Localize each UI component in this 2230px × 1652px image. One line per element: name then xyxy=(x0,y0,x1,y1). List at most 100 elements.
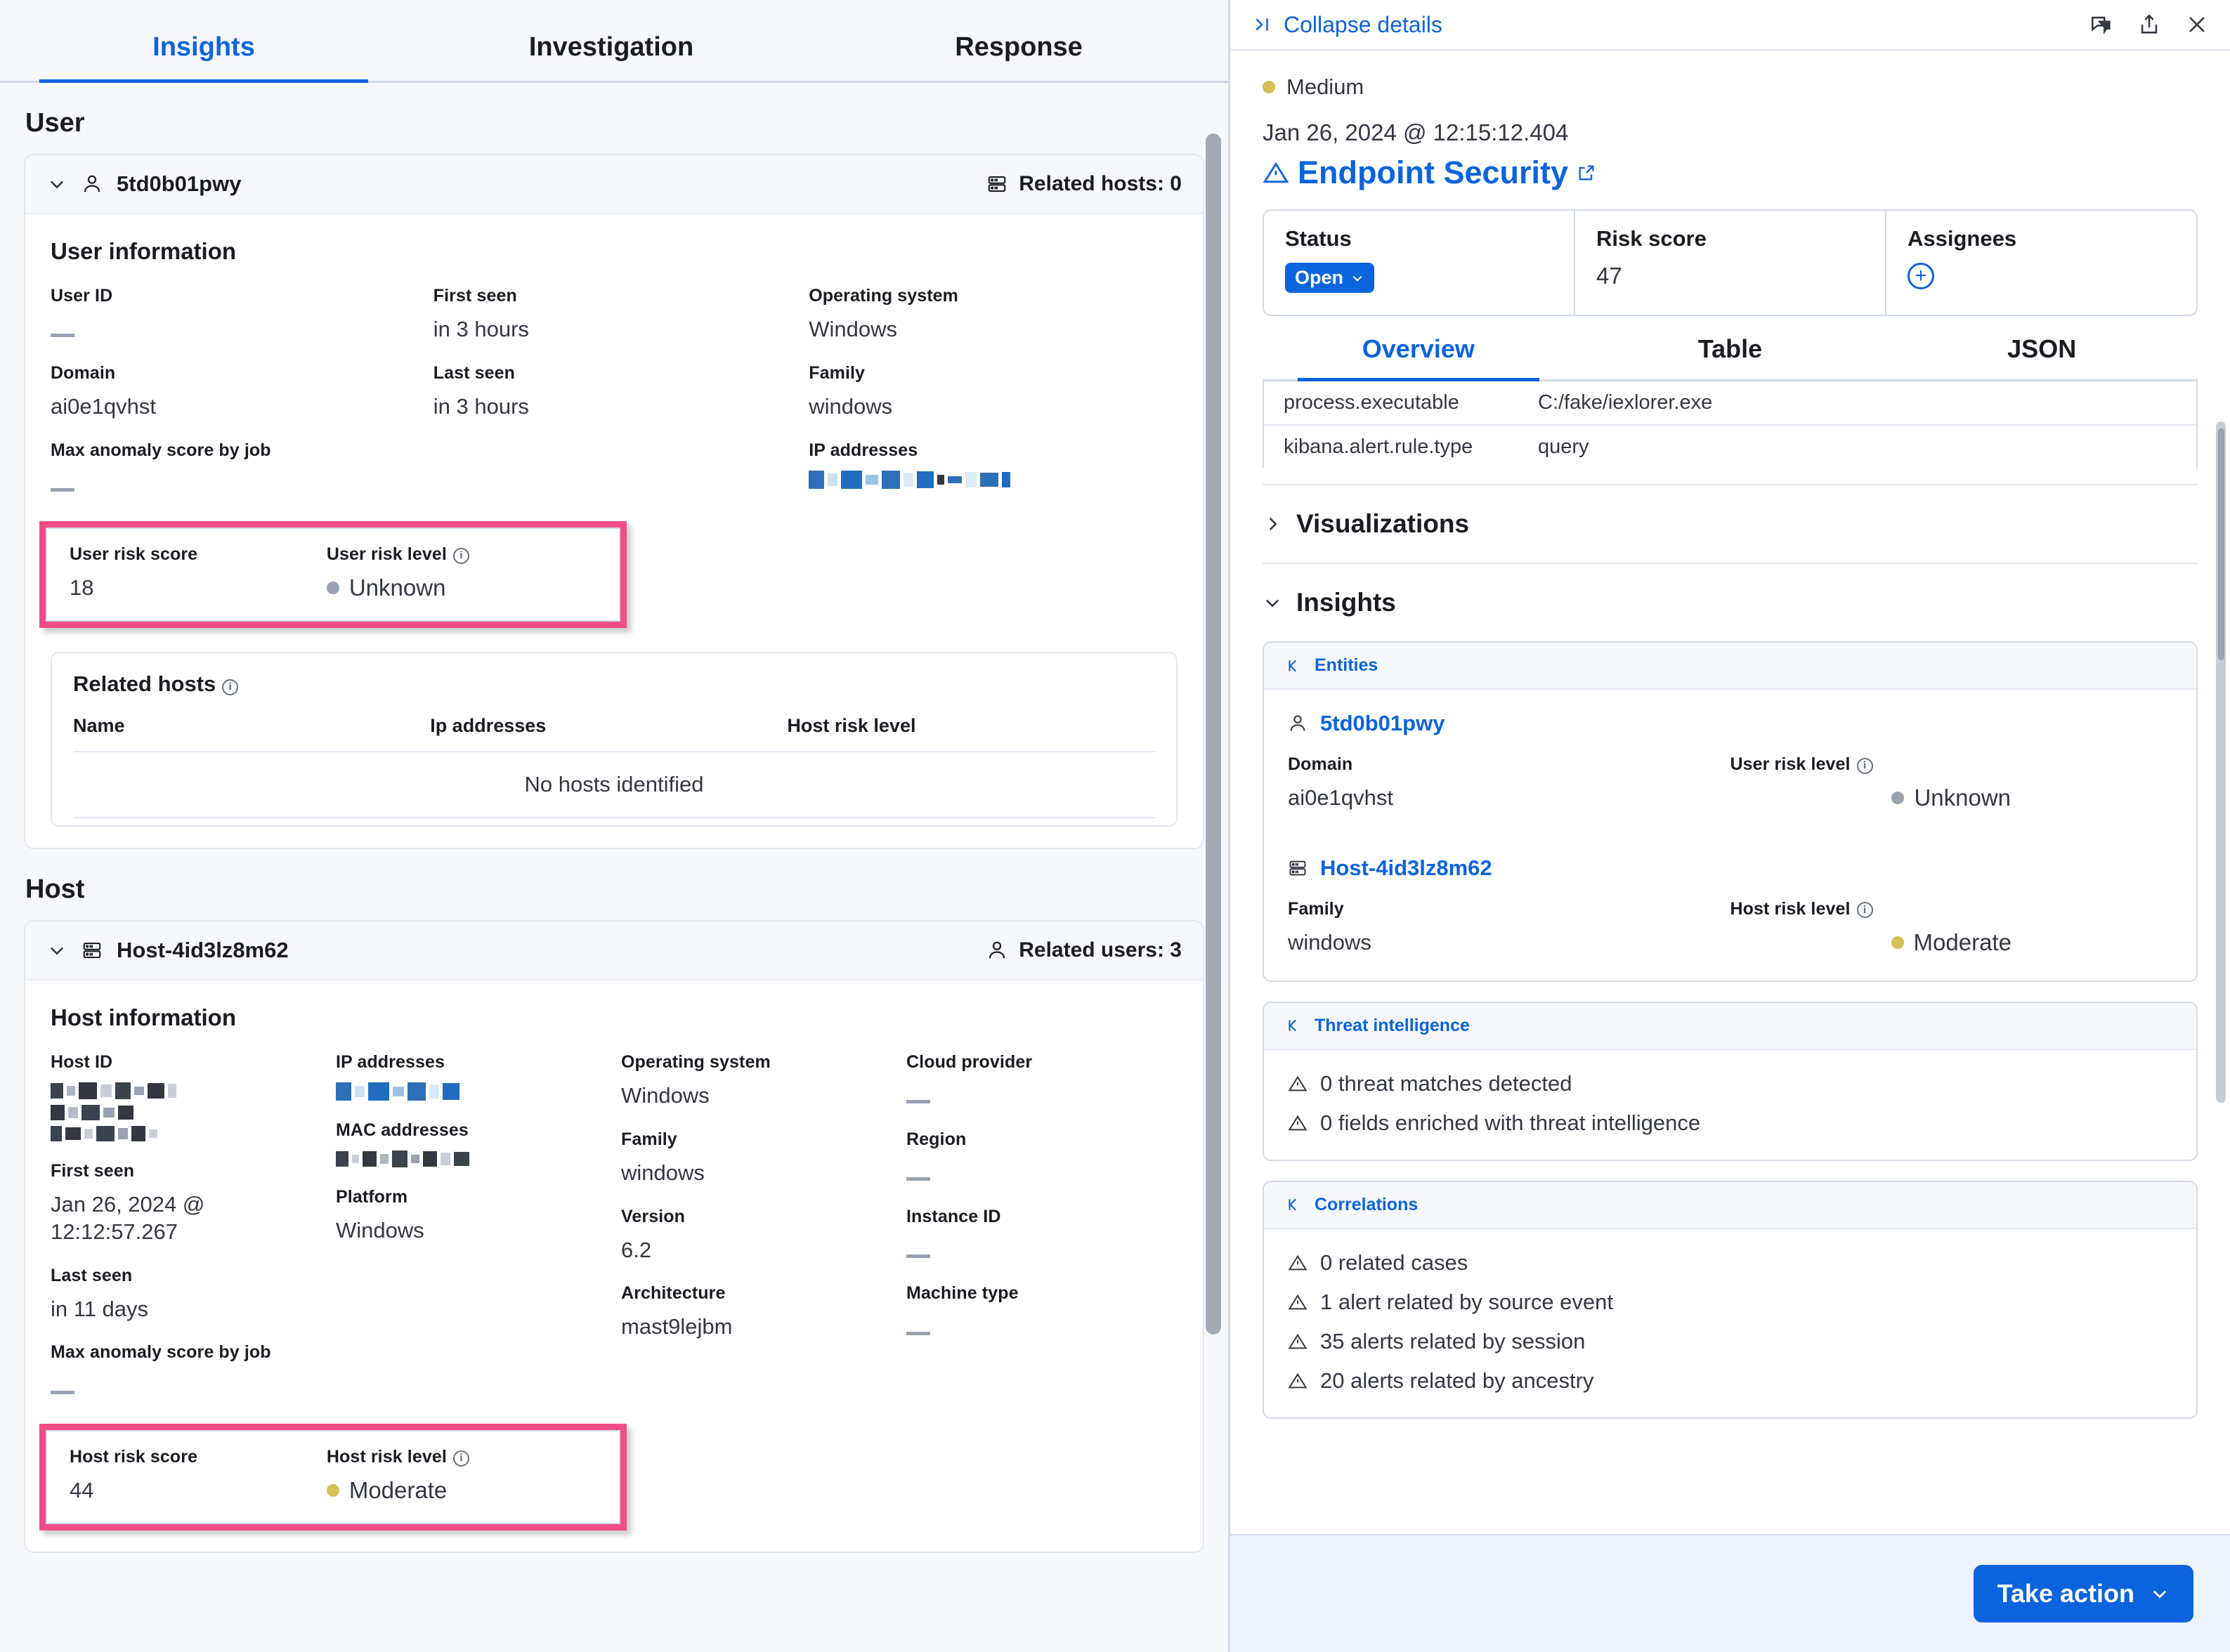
col-host-risk-level: Host risk level xyxy=(787,715,1155,752)
info-icon[interactable]: i xyxy=(453,1450,469,1467)
field-host-last-seen-value: in 11 days xyxy=(51,1296,322,1323)
field-ip-addresses: IP addresses xyxy=(809,440,1178,489)
table-row: No hosts identified xyxy=(73,752,1155,818)
take-action-label: Take action xyxy=(1997,1579,2134,1608)
related-hosts-box: Related hostsi Name Ip addresses Host ri… xyxy=(51,652,1178,827)
field-user-id-label: User ID xyxy=(51,286,419,306)
host-risk-score: Host risk score 44 xyxy=(70,1447,327,1504)
host-card-header[interactable]: Host-4id3lz8m62 Related users: 3 xyxy=(25,922,1203,981)
entity-user-domain-value: ai0e1qvhst xyxy=(1288,785,1730,812)
add-assignee-button[interactable]: + xyxy=(1908,263,1934,289)
related-users-count: Related users: 3 xyxy=(986,938,1182,962)
collapse-details-label: Collapse details xyxy=(1284,12,1442,38)
tab-insights[interactable]: Insights xyxy=(0,32,407,81)
chevron-down-icon[interactable] xyxy=(46,173,67,195)
field-first-seen: First seen in 3 hours xyxy=(433,286,795,343)
user-risk-box: User risk score 18 User risk leveli Unkn… xyxy=(46,527,620,622)
entity-user-risk-value: Unknown xyxy=(1914,785,2011,811)
field-host-platform: Platform Windows xyxy=(336,1187,607,1245)
info-icon[interactable]: i xyxy=(222,679,238,695)
warning-icon xyxy=(1288,1371,1308,1391)
left-scroll-body: User 5td0b01pwy Related hosts: 0 xyxy=(0,83,1228,1652)
list-item[interactable]: 35 alerts related by session xyxy=(1288,1329,2172,1354)
entity-user-domain: Domain ai0e1qvhst xyxy=(1288,754,1730,812)
assignees-label: Assignees xyxy=(1908,226,2175,251)
field-domain-value: ai0e1qvhst xyxy=(51,393,419,421)
right-panel-scrollbar-thumb[interactable] xyxy=(2218,428,2224,660)
field-region-label: Region xyxy=(906,1129,1178,1150)
field-domain-label: Domain xyxy=(51,363,419,383)
alert-timestamp: Jan 26, 2024 @ 12:15:12.404 xyxy=(1263,119,2198,146)
entity-host-link[interactable]: Host-4id3lz8m62 xyxy=(1288,855,2172,881)
list-item-label: 1 alert related by source event xyxy=(1320,1290,1613,1315)
entity-user-risk: User risk leveli Unknown xyxy=(1730,754,2173,812)
collapse-details-button[interactable]: Collapse details xyxy=(1251,12,1442,38)
host-information-title: Host information xyxy=(51,1004,1178,1031)
external-link-icon[interactable] xyxy=(1577,163,1596,183)
assignees-cell: Assignees + xyxy=(1885,211,2196,315)
share-icon[interactable] xyxy=(2137,13,2161,37)
entity-user-domain-label: Domain xyxy=(1288,754,1730,775)
user-information-title: User information xyxy=(51,238,1178,265)
entities-panel-body: 5td0b01pwy Domain ai0e1qvhst User risk l… xyxy=(1264,690,2196,981)
tab-investigation[interactable]: Investigation xyxy=(407,32,815,81)
close-icon[interactable] xyxy=(2185,13,2209,37)
field-host-first-seen: First seen Jan 26, 2024 @ 12:12:57.267 xyxy=(51,1161,322,1246)
comment-icon[interactable] xyxy=(2089,13,2113,37)
expand-left-icon xyxy=(1285,1016,1303,1035)
list-item[interactable]: 1 alert related by source event xyxy=(1288,1290,2172,1315)
field-ip-addresses-label: IP addresses xyxy=(809,440,1178,461)
list-item[interactable]: 20 alerts related by ancestry xyxy=(1288,1368,2172,1394)
accordion-visualizations[interactable]: Visualizations xyxy=(1263,484,2198,563)
tab-response[interactable]: Response xyxy=(815,32,1222,81)
correlations-panel-header[interactable]: Correlations xyxy=(1264,1182,2196,1229)
user-risk-level: User risk leveli Unknown xyxy=(327,544,596,602)
rule-name-link[interactable]: Endpoint Security xyxy=(1263,155,2198,191)
left-panel-scrollbar[interactable] xyxy=(1206,133,1221,1335)
chevron-down-icon[interactable] xyxy=(46,940,67,961)
take-action-button[interactable]: Take action xyxy=(1974,1565,2193,1622)
field-host-ip-value-redacted[interactable] xyxy=(336,1082,607,1101)
field-host-platform-label: Platform xyxy=(336,1187,607,1207)
warning-icon xyxy=(1263,159,1289,186)
field-machine-type-value xyxy=(906,1332,930,1335)
chevron-right-icon xyxy=(1263,514,1282,534)
list-item[interactable]: 0 threat matches detected xyxy=(1288,1071,2172,1096)
list-item[interactable]: 0 related cases xyxy=(1288,1250,2172,1276)
field-value: C:/fake/iexlorer.exe xyxy=(1538,391,1712,414)
info-icon[interactable]: i xyxy=(1857,758,1873,774)
entity-host-risk: Host risk leveli Moderate xyxy=(1730,899,2173,957)
entities-panel-header[interactable]: Entities xyxy=(1264,643,2196,690)
tab-overview[interactable]: Overview xyxy=(1263,334,1574,379)
alert-summary-box: Status Open Risk score 47 Assignees + xyxy=(1263,209,2198,316)
field-key: process.executable xyxy=(1264,391,1538,414)
details-header-actions xyxy=(2089,13,2209,37)
field-host-family-value: windows xyxy=(621,1160,892,1187)
accordion-insights[interactable]: Insights xyxy=(1263,563,2198,641)
status-cell: Status Open xyxy=(1264,211,1574,315)
status-dropdown[interactable]: Open xyxy=(1285,263,1374,293)
info-icon[interactable]: i xyxy=(453,548,469,564)
entity-user-link[interactable]: 5td0b01pwy xyxy=(1288,711,2172,736)
alert-fields-table: process.executable C:/fake/iexlorer.exe … xyxy=(1263,381,2198,468)
warning-icon xyxy=(1288,1332,1308,1351)
user-card-header[interactable]: 5td0b01pwy Related hosts: 0 xyxy=(25,155,1203,214)
field-host-mac-label: MAC addresses xyxy=(336,1120,607,1141)
tab-json[interactable]: JSON xyxy=(1886,334,2198,379)
field-value: query xyxy=(1538,435,1589,459)
threat-intelligence-panel-header[interactable]: Threat intelligence xyxy=(1264,1003,2196,1050)
field-host-family-label: Family xyxy=(621,1129,892,1150)
field-cloud-provider: Cloud provider xyxy=(906,1052,1178,1110)
info-icon[interactable]: i xyxy=(1857,902,1873,918)
field-instance-id-label: Instance ID xyxy=(906,1207,1178,1227)
correlations-panel-body: 0 related cases 1 alert related by sourc… xyxy=(1264,1229,2196,1417)
tab-table[interactable]: Table xyxy=(1574,334,1886,379)
host-icon xyxy=(1288,858,1308,878)
list-item[interactable]: 0 fields enriched with threat intelligen… xyxy=(1288,1110,2172,1136)
field-ip-addresses-value-redacted xyxy=(809,471,1178,489)
field-first-seen-label: First seen xyxy=(433,286,795,306)
tab-response-label: Response xyxy=(955,32,1083,62)
field-host-os-value: Windows xyxy=(621,1082,892,1110)
details-footer: Take action xyxy=(1230,1534,2230,1652)
field-operating-system: Operating system Windows xyxy=(809,286,1178,343)
